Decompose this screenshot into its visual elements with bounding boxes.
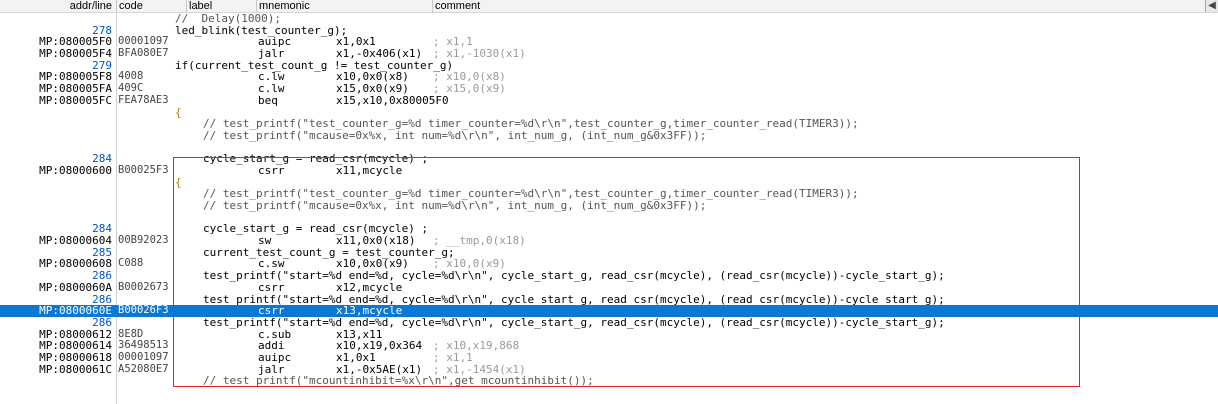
asm-row[interactable]: MP:080005F4 BFA080E7 jalr x1,-0x406(x1) ; x1…: [0, 48, 1218, 60]
brace: {: [175, 175, 182, 189]
operands: x12,mcycle: [336, 280, 403, 294]
asm-row[interactable]: MP:0800060A B0002673 csrr x12,mcycle: [0, 282, 1218, 294]
asm-row[interactable]: MP:080005F8 4008 c.lw x10,0x0(x8); x10,0(x8…: [0, 71, 1218, 83]
source-row[interactable]: 286 test_printf("start=%d end=%d, cycle=%…: [0, 270, 1218, 282]
column-header-addr[interactable]: addr/line: [0, 0, 116, 12]
mnemonic: auipc: [258, 350, 292, 364]
source-comment: // test_printf("mcountinhibit=%x\r\n",ge…: [203, 374, 594, 388]
line-number: 286: [92, 315, 112, 329]
opcode: 00001097: [118, 36, 169, 48]
address: MP:08000604: [39, 234, 112, 248]
source-row[interactable]: // test_printf("mcause=0x%x, int num=%d\…: [0, 200, 1218, 212]
opcode: B00026F3: [118, 305, 169, 317]
opcode: 409C: [118, 83, 144, 95]
mnemonic: csrr: [258, 280, 285, 294]
source-comment: // Delay(1000);: [175, 12, 281, 25]
opcode: B00025F3: [118, 164, 169, 176]
opcode: BFA080E7: [118, 48, 169, 60]
operands: x15,x10,0x80005F0: [336, 93, 449, 107]
asm-row[interactable]: MP:080005FC FEA78AE3 beq x15,x10,0x80005F0: [0, 95, 1218, 107]
source-comment: // test_printf("mcause=0x%x, int num=%d\…: [203, 199, 707, 212]
mnemonic: csrr: [258, 163, 285, 177]
asm-row[interactable]: MP:0800061C A52080E7 jalr x1,-0x5AE(x1); x1…: [0, 362, 1218, 376]
opcode: A52080E7: [118, 363, 169, 375]
asm-comment: ; x1,1: [433, 350, 473, 364]
column-header-label[interactable]: label: [186, 0, 256, 12]
source-row[interactable]: 284 cycle_start_g = read_csr(mcycle) ;: [0, 153, 1218, 165]
column-header-comment[interactable]: comment: [432, 0, 1206, 12]
source-text: test_printf("start=%d end=%d, cycle=%d\r…: [203, 292, 945, 306]
address: MP:080005FC: [39, 93, 112, 107]
source-text: test_printf("start=%d end=%d, cycle=%d\r…: [203, 269, 945, 283]
asm-row[interactable]: MP:08000612 8E8D c.sub x13,x11: [0, 328, 1218, 341]
disassembly-list[interactable]: // Delay(1000); 278 led_blink(test_counter…: [0, 13, 1218, 387]
opcode: B0002673: [118, 281, 169, 293]
operands: x11,mcycle: [336, 163, 403, 177]
column-header-code[interactable]: code: [116, 0, 186, 12]
opcode: 4008: [118, 71, 144, 83]
asm-row[interactable]: MP:08000614 36498513 addi x10,x19,0x364; x1…: [0, 340, 1218, 352]
address: MP:0800061C: [39, 362, 112, 376]
opcode: 00B92023: [118, 235, 169, 247]
asm-row[interactable]: MP:080005FA 409C c.lw x15,0x0(x9); x15,0(x9…: [0, 83, 1218, 95]
column-header-mnemonic[interactable]: mnemonic: [256, 0, 432, 12]
source-row[interactable]: 278 led_blink(test_counter_g);: [0, 24, 1218, 37]
source-row[interactable]: // test_printf("mcountinhibit=%x\r\n",ge…: [0, 375, 1218, 387]
asm-row[interactable]: MP:08000600 B00025F3 csrr x11,mcycle: [0, 165, 1218, 177]
source-row[interactable]: 285 current_test_count_g = test_counter_g…: [0, 247, 1218, 259]
address: MP:080005F4: [39, 47, 112, 61]
asm-row[interactable]: MP:080005F0 00001097 auipc x1,0x1; x1,1: [0, 36, 1218, 48]
source-row[interactable]: // Delay(1000);: [0, 13, 1218, 25]
source-comment: // test_printf("mcause=0x%x, int num=%d\…: [203, 128, 707, 142]
scroll-left-icon[interactable]: ◀: [1205, 0, 1218, 12]
operands: x11,0x0(x18): [336, 234, 416, 248]
operands: x1,-0x406(x1): [336, 47, 423, 61]
source-row[interactable]: // test_printf("mcause=0x%x, int num=%d\…: [0, 130, 1218, 142]
address: MP:0800060A: [39, 280, 112, 294]
opcode: FEA78AE3: [118, 94, 169, 106]
asm-comment: ; __tmp,0(x18): [433, 234, 526, 248]
asm-row[interactable]: MP:08000604 00B92023 sw x11,0x0(x18) ; __tmp…: [0, 235, 1218, 247]
opcode: 8E8D: [118, 328, 144, 340]
source-row[interactable]: [0, 212, 1218, 224]
source-row[interactable]: 286 test_printf("start=%d end=%d, cycle=%…: [0, 317, 1218, 329]
source-row[interactable]: [0, 142, 1218, 154]
asm-row[interactable]: MP:08000618 00001097 auipc x1,0x1 ; x1,1: [0, 352, 1218, 364]
address: MP:08000618: [39, 350, 112, 364]
asm-comment: ; x1,-1030(x1): [433, 47, 526, 61]
opcode: 00001097: [118, 351, 169, 363]
source-row[interactable]: 286 test_printf("start=%d end=%d, cycle=%…: [0, 292, 1218, 306]
opcode: C088: [118, 258, 144, 270]
source-text: test_printf("start=%d end=%d, cycle=%d\r…: [203, 315, 945, 329]
source-row[interactable]: 279 if(current_test_count_g != test_count…: [0, 60, 1218, 72]
address: MP:08000600: [39, 163, 112, 177]
mnemonic: sw: [258, 234, 272, 248]
source-text: current_test_count_g = test_counter_g;: [203, 245, 455, 259]
brace: {: [175, 105, 182, 119]
operands: x1,0x1: [336, 350, 376, 364]
mnemonic: jalr: [258, 47, 285, 61]
opcode: 36498513: [118, 340, 169, 352]
mnemonic: beq: [258, 93, 278, 107]
source-text: if(current_test_count_g != test_counter_…: [175, 58, 454, 72]
source-row[interactable]: 284 cycle_start_g = read_csr(mcycle) ;: [0, 223, 1218, 235]
